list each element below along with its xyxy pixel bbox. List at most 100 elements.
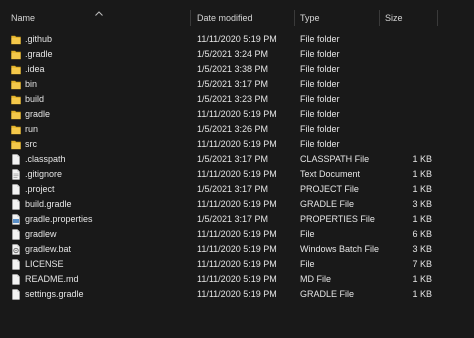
file-row[interactable]: src 11/11/2020 5:19 PM File folder <box>0 137 474 152</box>
file-type: File folder <box>300 49 340 59</box>
file-name: gradlew <box>25 229 57 239</box>
file-size: 1 KB <box>412 289 432 299</box>
file-row[interactable]: gradlew 11/11/2020 5:19 PM File 6 KB <box>0 227 474 242</box>
folder-icon <box>11 49 21 60</box>
file-icon <box>11 229 21 240</box>
folder-icon <box>11 139 21 150</box>
file-type: File folder <box>300 34 340 44</box>
file-row[interactable]: .idea 1/5/2021 3:38 PM File folder <box>0 62 474 77</box>
file-date-modified: 1/5/2021 3:26 PM <box>197 124 269 134</box>
file-name: src <box>25 139 37 149</box>
file-type: MD File <box>300 274 331 284</box>
file-date-modified: 11/11/2020 5:19 PM <box>197 109 277 119</box>
file-row[interactable]: LICENSE 11/11/2020 5:19 PM File 7 KB <box>0 257 474 272</box>
file-row[interactable]: README.md 11/11/2020 5:19 PM MD File 1 KB <box>0 272 474 287</box>
file-row[interactable]: build 1/5/2021 3:23 PM File folder <box>0 92 474 107</box>
file-date-modified: 11/11/2020 5:19 PM <box>197 139 277 149</box>
file-type: Text Document <box>300 169 361 179</box>
file-type: File <box>300 229 315 239</box>
file-name: gradle.properties <box>25 214 93 224</box>
folder-icon <box>11 109 21 120</box>
column-divider[interactable] <box>379 10 380 26</box>
file-row[interactable]: .classpath 1/5/2021 3:17 PM CLASSPATH File… <box>0 152 474 167</box>
file-date-modified: 11/11/2020 5:19 PM <box>197 169 277 179</box>
file-type: PROJECT File <box>300 184 359 194</box>
file-name: .idea <box>25 64 45 74</box>
file-row[interactable]: settings.gradle 11/11/2020 5:19 PM GRADLE … <box>0 287 474 302</box>
file-size: 7 KB <box>412 259 432 269</box>
column-header-size[interactable]: Size <box>385 8 403 28</box>
column-header: Name Date modified Type Size <box>0 8 474 28</box>
file-name: .gradle <box>25 49 53 59</box>
file-icon <box>11 154 21 165</box>
column-divider[interactable] <box>294 10 295 26</box>
file-date-modified: 1/5/2021 3:23 PM <box>197 94 269 104</box>
file-date-modified: 11/11/2020 5:19 PM <box>197 199 277 209</box>
file-size: 6 KB <box>412 229 432 239</box>
file-date-modified: 1/5/2021 3:17 PM <box>197 214 269 224</box>
folder-icon <box>11 124 21 135</box>
folder-icon <box>11 79 21 90</box>
properties-file-icon <box>11 214 21 225</box>
file-name: README.md <box>25 274 79 284</box>
file-name: run <box>25 124 39 134</box>
folder-icon <box>11 94 21 105</box>
file-size: 3 KB <box>412 199 432 209</box>
file-type: File folder <box>300 94 340 104</box>
file-date-modified: 11/11/2020 5:19 PM <box>197 259 277 269</box>
file-size: 1 KB <box>412 169 432 179</box>
column-divider[interactable] <box>190 10 191 26</box>
file-row[interactable]: .gitignore 11/11/2020 5:19 PM Text Documen… <box>0 167 474 182</box>
file-date-modified: 1/5/2021 3:24 PM <box>197 49 269 59</box>
file-row[interactable]: gradle 11/11/2020 5:19 PM File folder <box>0 107 474 122</box>
column-header-date-modified[interactable]: Date modified <box>197 8 253 28</box>
file-name: gradle <box>25 109 51 119</box>
file-row[interactable]: gradlew.bat 11/11/2020 5:19 PM Windows Bat… <box>0 242 474 257</box>
file-row[interactable]: bin 1/5/2021 3:17 PM File folder <box>0 77 474 92</box>
folder-icon <box>11 34 21 45</box>
file-name: LICENSE <box>25 259 64 269</box>
file-type: Windows Batch File <box>300 244 380 254</box>
file-name: gradlew.bat <box>25 244 72 254</box>
file-date-modified: 1/5/2021 3:17 PM <box>197 154 269 164</box>
file-row[interactable]: run 1/5/2021 3:26 PM File folder <box>0 122 474 137</box>
file-type: CLASSPATH File <box>300 154 370 164</box>
file-type: File folder <box>300 124 340 134</box>
file-type: GRADLE File <box>300 199 355 209</box>
file-icon <box>11 274 21 285</box>
text-file-icon <box>11 169 21 180</box>
file-date-modified: 11/11/2020 5:19 PM <box>197 274 277 284</box>
file-row[interactable]: .github 11/11/2020 5:19 PM File folder <box>0 32 474 47</box>
file-name: .classpath <box>25 154 66 164</box>
folder-icon <box>11 64 21 75</box>
file-type: File folder <box>300 139 340 149</box>
file-type: GRADLE File <box>300 289 355 299</box>
file-type: File folder <box>300 79 340 89</box>
file-icon <box>11 289 21 300</box>
file-date-modified: 11/11/2020 5:19 PM <box>197 229 277 239</box>
file-row[interactable]: gradle.properties 1/5/2021 3:17 PM PROPERT… <box>0 212 474 227</box>
file-row[interactable]: .project 1/5/2021 3:17 PM PROJECT File 1 KB <box>0 182 474 197</box>
file-date-modified: 1/5/2021 3:17 PM <box>197 184 269 194</box>
file-row[interactable]: build.gradle 11/11/2020 5:19 PM GRADLE Fil… <box>0 197 474 212</box>
file-date-modified: 11/11/2020 5:19 PM <box>197 289 277 299</box>
file-row[interactable]: .gradle 1/5/2021 3:24 PM File folder <box>0 47 474 62</box>
file-name: .github <box>25 34 53 44</box>
column-divider[interactable] <box>437 10 438 26</box>
file-name: .project <box>25 184 55 194</box>
file-type: File <box>300 259 315 269</box>
batch-file-icon <box>11 244 21 255</box>
file-date-modified: 1/5/2021 3:38 PM <box>197 64 269 74</box>
file-name: bin <box>25 79 38 89</box>
column-header-name[interactable]: Name <box>11 8 35 28</box>
file-type: File folder <box>300 64 340 74</box>
file-name: settings.gradle <box>25 289 84 299</box>
file-icon <box>11 259 21 270</box>
file-size: 1 KB <box>412 274 432 284</box>
column-header-type[interactable]: Type <box>300 8 320 28</box>
file-date-modified: 1/5/2021 3:17 PM <box>197 79 269 89</box>
sort-ascending-icon[interactable] <box>95 11 103 16</box>
file-icon <box>11 199 21 210</box>
file-name: build <box>25 94 45 104</box>
file-date-modified: 11/11/2020 5:19 PM <box>197 34 277 44</box>
